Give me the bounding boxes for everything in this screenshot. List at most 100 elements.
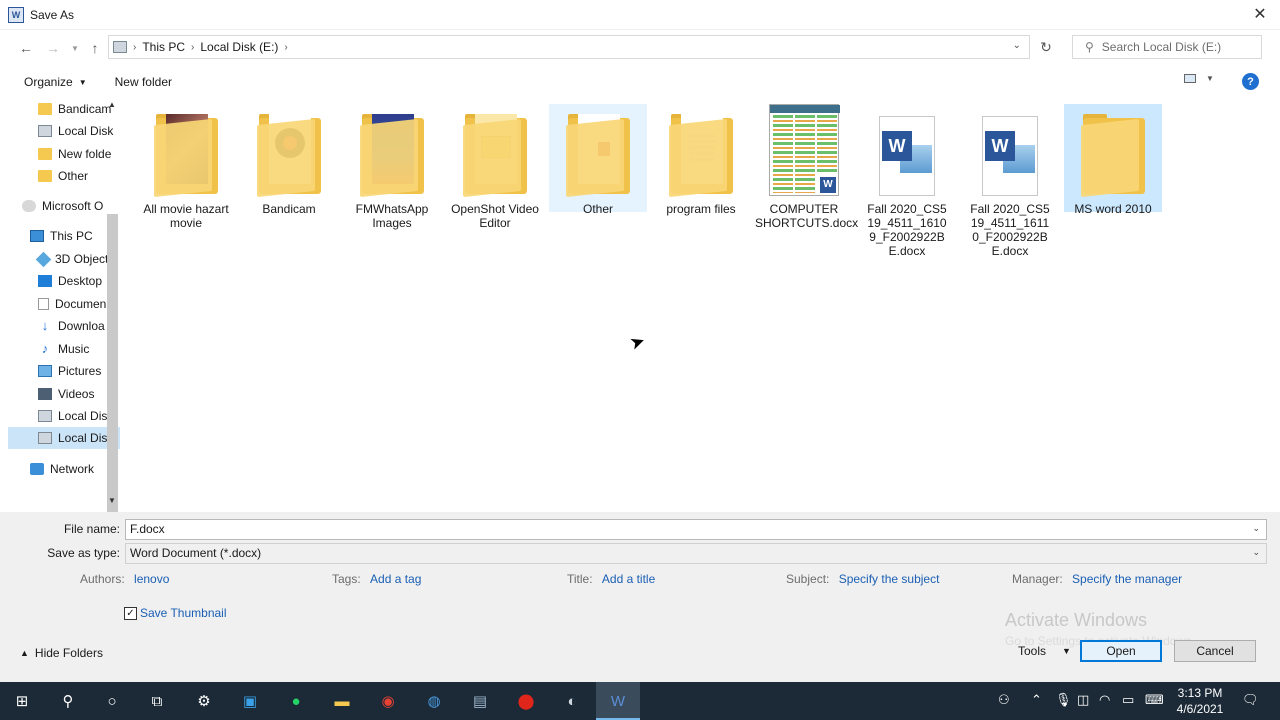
task-view-icon[interactable]: ⧉ [147,691,167,711]
tools-button[interactable]: Tools ▼ [1018,644,1071,658]
sidebar-item-microsoft-onedrive[interactable]: Microsoft O [8,195,120,217]
activate-windows-watermark: Activate Windows [1005,610,1148,630]
address-bar[interactable]: › This PC › Local Disk (E:) › ⌄ [108,35,1030,59]
scroll-up-icon[interactable]: ▲ [108,100,116,109]
sidebar-item-label: New folde [58,147,112,161]
file-item-docx[interactable]: W COMPUTER SHORTCUTS.docx [755,104,858,254]
sidebar-item-label: Microsoft O [42,199,104,213]
search-icon[interactable]: ⚲ [58,691,78,711]
scroll-down-icon[interactable]: ▼ [108,496,116,505]
refresh-icon[interactable]: ↻ [1034,35,1058,59]
clock[interactable]: 3:13 PM 4/6/2021 [1170,685,1230,717]
pc-icon [30,230,44,242]
browser-icon[interactable]: ◍ [424,691,444,711]
word-icon[interactable]: W [608,691,628,711]
caret-down-icon: ▼ [1206,74,1214,83]
title-field: Title: Add a title [567,572,655,586]
tags-field: Tags: Add a tag [332,572,421,586]
cortana-icon[interactable]: ○ [102,691,122,711]
sidebar-item-label: Bandicam [58,102,112,116]
sidebar-scrollbar[interactable]: ▲ ▼ [106,98,120,592]
sidebar-item-local-disk-e[interactable]: Local Disk [8,427,120,449]
manager-value[interactable]: Specify the manager [1072,572,1182,586]
sidebar-item-3d-objects[interactable]: 3D Object [8,248,120,270]
sidebar-item-new-folder[interactable]: New folde [8,143,120,165]
sidebar-item-pictures[interactable]: Pictures [8,360,120,382]
sidebar-item-music[interactable]: ♪ Music [8,338,120,360]
organize-button[interactable]: Organize ▼ [24,75,87,89]
notifications-icon[interactable]: 🗨 [1242,692,1259,708]
chevron-right-icon: › [284,41,288,53]
file-item-folder[interactable]: MS word 2010 [1064,104,1162,216]
checkmark-icon[interactable]: ✓ [124,606,137,620]
file-item-docx[interactable]: W Fall 2020_CS519_4511_16110_F2002922BE.… [961,104,1059,258]
sidebar-item-downloads[interactable]: ↓ Downloa [8,315,120,337]
bandicam-record-icon[interactable]: ⬤ [516,691,536,711]
chrome-icon[interactable]: ◉ [378,691,398,711]
address-dropdown-icon[interactable]: ⌄ [1013,40,1021,51]
file-item-docx[interactable]: W Fall 2020_CS519_4511_16109_F2002922BE.… [858,104,956,258]
address-row: ← → ▼ ↑ › This PC › Local Disk (E:) › ⌄ … [0,30,1280,66]
people-icon[interactable]: ⚇ [998,692,1010,708]
camera-icon[interactable]: ◫ [1077,692,1089,708]
sidebar-item-documents[interactable]: Documen [8,293,120,315]
chevron-down-icon[interactable]: ⌄ [1252,523,1260,534]
desktop-icon [38,275,52,287]
breadcrumb-this-pc[interactable]: This PC [142,40,185,54]
help-icon[interactable]: ? [1242,73,1259,90]
file-item-folder[interactable]: Other [549,104,647,216]
window-title: Save As [30,7,75,22]
sidebar-item-local-disk[interactable]: Local Disk [8,120,120,142]
search-input[interactable]: ⚲ Search Local Disk (E:) [1072,35,1262,59]
wifi-icon[interactable]: ◠ [1099,692,1110,708]
change-view-button[interactable]: ▼ [1184,74,1214,83]
network-icon [30,463,44,475]
forward-arrow-icon[interactable]: → [41,36,65,60]
file-item-folder[interactable]: All movie hazart movie [137,104,235,254]
open-button[interactable]: Open [1080,640,1162,662]
sidebar-item-videos[interactable]: Videos [8,383,120,405]
sidebar-item-bandicam[interactable]: Bandicam [8,98,120,120]
file-item-folder[interactable]: FMWhatsApp Images [343,104,441,254]
hide-folders-button[interactable]: ▲ Hide Folders [20,646,103,660]
sidebar-item-this-pc[interactable]: This PC [8,225,120,247]
keyboard-icon[interactable]: ⌨ [1145,692,1164,708]
back-arrow-icon[interactable]: ← [14,36,38,60]
sidebar-item-local-disk-c[interactable]: Local Disk [8,405,120,427]
sidebar-item-label: Desktop [58,274,103,288]
chevron-up-icon: ▲ [20,648,29,658]
microphone-icon[interactable]: 🎙 [1055,692,1072,708]
file-item-folder[interactable]: Bandicam [240,104,338,254]
windows-start-icon[interactable]: ⊞ [12,691,32,711]
tags-value[interactable]: Add a tag [370,572,421,586]
app-window-icon[interactable]: ▤ [470,691,490,711]
store-icon[interactable]: ▣ [240,691,260,711]
file-name-row: File name: F.docx ⌄ [0,518,1280,540]
title-value[interactable]: Add a title [602,572,655,586]
save-type-select[interactable]: Word Document (*.docx) ⌄ [125,542,1267,564]
sidebar-item-desktop[interactable]: Desktop [8,270,120,292]
close-icon[interactable]: ✕ [1250,4,1270,24]
authors-value[interactable]: lenovo [134,572,169,586]
file-name-input[interactable]: F.docx ⌄ [125,518,1267,540]
battery-icon[interactable]: ▭ [1122,692,1134,708]
up-arrow-icon[interactable]: ↑ [83,36,107,60]
save-thumbnail-checkbox[interactable]: ✓ Save Thumbnail [124,606,227,620]
show-hidden-icons-chevron[interactable]: ⌃ [1031,692,1042,708]
new-folder-button[interactable]: New folder [115,75,172,89]
file-item-folder[interactable]: program files [652,104,750,254]
breadcrumb-local-disk-e[interactable]: Local Disk (E:) [200,40,278,54]
sidebar-item-label: Other [58,169,89,183]
whatsapp-icon[interactable]: ● [286,691,306,711]
subject-value[interactable]: Specify the subject [839,572,940,586]
file-name: Fall 2020_CS519_4511_16109_F2002922BE.do… [867,202,947,258]
sidebar-item-network[interactable]: Network [8,458,120,480]
chevron-down-icon[interactable]: ⌄ [1252,547,1260,558]
network-app-icon[interactable]: ◐ [562,691,582,711]
tools-label: Tools [1018,644,1047,658]
cancel-button[interactable]: Cancel [1174,640,1256,662]
file-explorer-icon[interactable]: ▬ [332,691,352,711]
file-item-folder[interactable]: OpenShot Video Editor [446,104,544,254]
sidebar-item-other[interactable]: Other [8,165,120,187]
settings-gear-icon[interactable]: ⚙ [194,691,214,711]
